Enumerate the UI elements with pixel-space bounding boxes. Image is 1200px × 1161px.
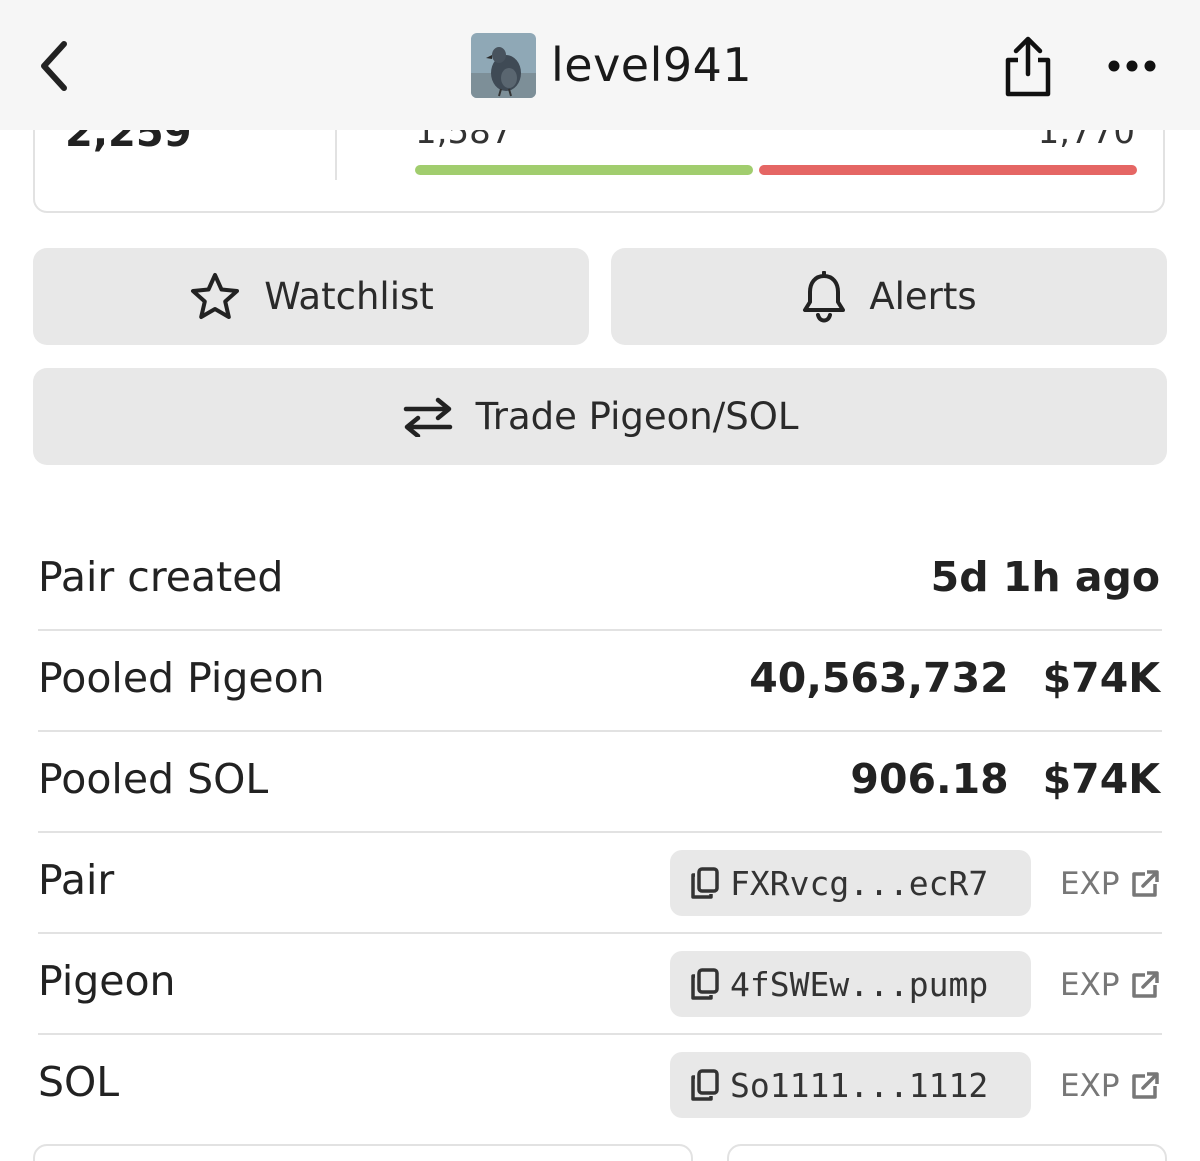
pigeon-avatar-image [471,33,536,98]
token-pair-page: 2,259 1,587 1,770 level941 Watchlist Ale… [0,0,1200,1161]
row-pooled-quote: Pooled SOL 906.18 $74K [38,733,1162,833]
row-pooled-base: Pooled Pigeon 40,563,732 $74K [38,632,1162,732]
alerts-button[interactable]: Alerts [611,248,1167,345]
explorer-link-label: EXP [1060,866,1120,902]
external-link-icon [1130,1071,1160,1101]
row-pair-created: Pair created 5d 1h ago [38,531,1162,631]
pooled-quote-label: Pooled SOL [38,755,269,803]
swap-arrows-icon [402,397,454,437]
chevron-left-icon [41,41,67,91]
pooled-base-values: 40,563,732 $74K [749,654,1160,702]
copy-icon [690,967,720,1001]
external-link-icon [1130,869,1160,899]
share-button[interactable] [1000,34,1056,98]
more-horizontal-icon [1108,60,1156,72]
address-label: SOL [38,1058,120,1106]
copy-icon [690,866,720,900]
copy-address-button[interactable]: 4fSWEw...pump [670,951,1031,1017]
address-text: 4fSWEw...pump [730,964,989,1004]
explorer-link-label: EXP [1060,1068,1120,1104]
avatar [471,33,536,98]
address-label: Pair [38,856,115,904]
pair-created-value: 5d 1h ago [930,553,1160,601]
watchlist-button[interactable]: Watchlist [33,248,589,345]
bottom-card-left [33,1144,693,1161]
copy-icon [690,1068,720,1102]
stats-divider [335,122,337,180]
pooled-base-usd: $74K [1042,654,1160,702]
copy-address-button[interactable]: So1111...1112 [670,1052,1031,1118]
sells-bar [759,165,1137,175]
more-button[interactable] [1104,52,1160,80]
watchlist-label: Watchlist [264,275,434,318]
address-label: Pigeon [38,957,176,1005]
address-text: FXRvcg...ecR7 [730,863,989,903]
copy-address-button[interactable]: FXRvcg...ecR7 [670,850,1031,916]
row-address-pair: Pair FXRvcg...ecR7 EXP [38,834,1162,934]
explorer-link[interactable]: EXP [1060,866,1160,902]
explorer-link[interactable]: EXP [1060,1068,1160,1104]
external-link-icon [1130,970,1160,1000]
share-icon [1005,36,1051,97]
pooled-quote-usd: $74K [1042,755,1160,803]
pair-created-label: Pair created [38,553,284,601]
back-button[interactable] [34,38,74,94]
bell-icon [801,270,847,323]
trade-button[interactable]: Trade Pigeon/SOL [33,368,1167,465]
page-title: level941 [551,38,753,92]
row-address-token: Pigeon 4fSWEw...pump EXP [38,935,1162,1035]
pooled-quote-amount: 906.18 [850,755,1009,803]
trade-label: Trade Pigeon/SOL [475,395,799,438]
bottom-card-right [727,1144,1167,1161]
pooled-quote-values: 906.18 $74K [850,755,1160,803]
nav-header: level941 [0,0,1200,130]
row-address-quote: SOL So1111...1112 EXP [38,1036,1162,1136]
buys-bar [415,165,753,175]
pooled-base-amount: 40,563,732 [749,654,1009,702]
explorer-link-label: EXP [1060,967,1120,1003]
star-icon [188,271,242,323]
explorer-link[interactable]: EXP [1060,967,1160,1003]
pooled-base-label: Pooled Pigeon [38,654,325,702]
address-text: So1111...1112 [730,1065,989,1105]
alerts-label: Alerts [869,275,977,318]
